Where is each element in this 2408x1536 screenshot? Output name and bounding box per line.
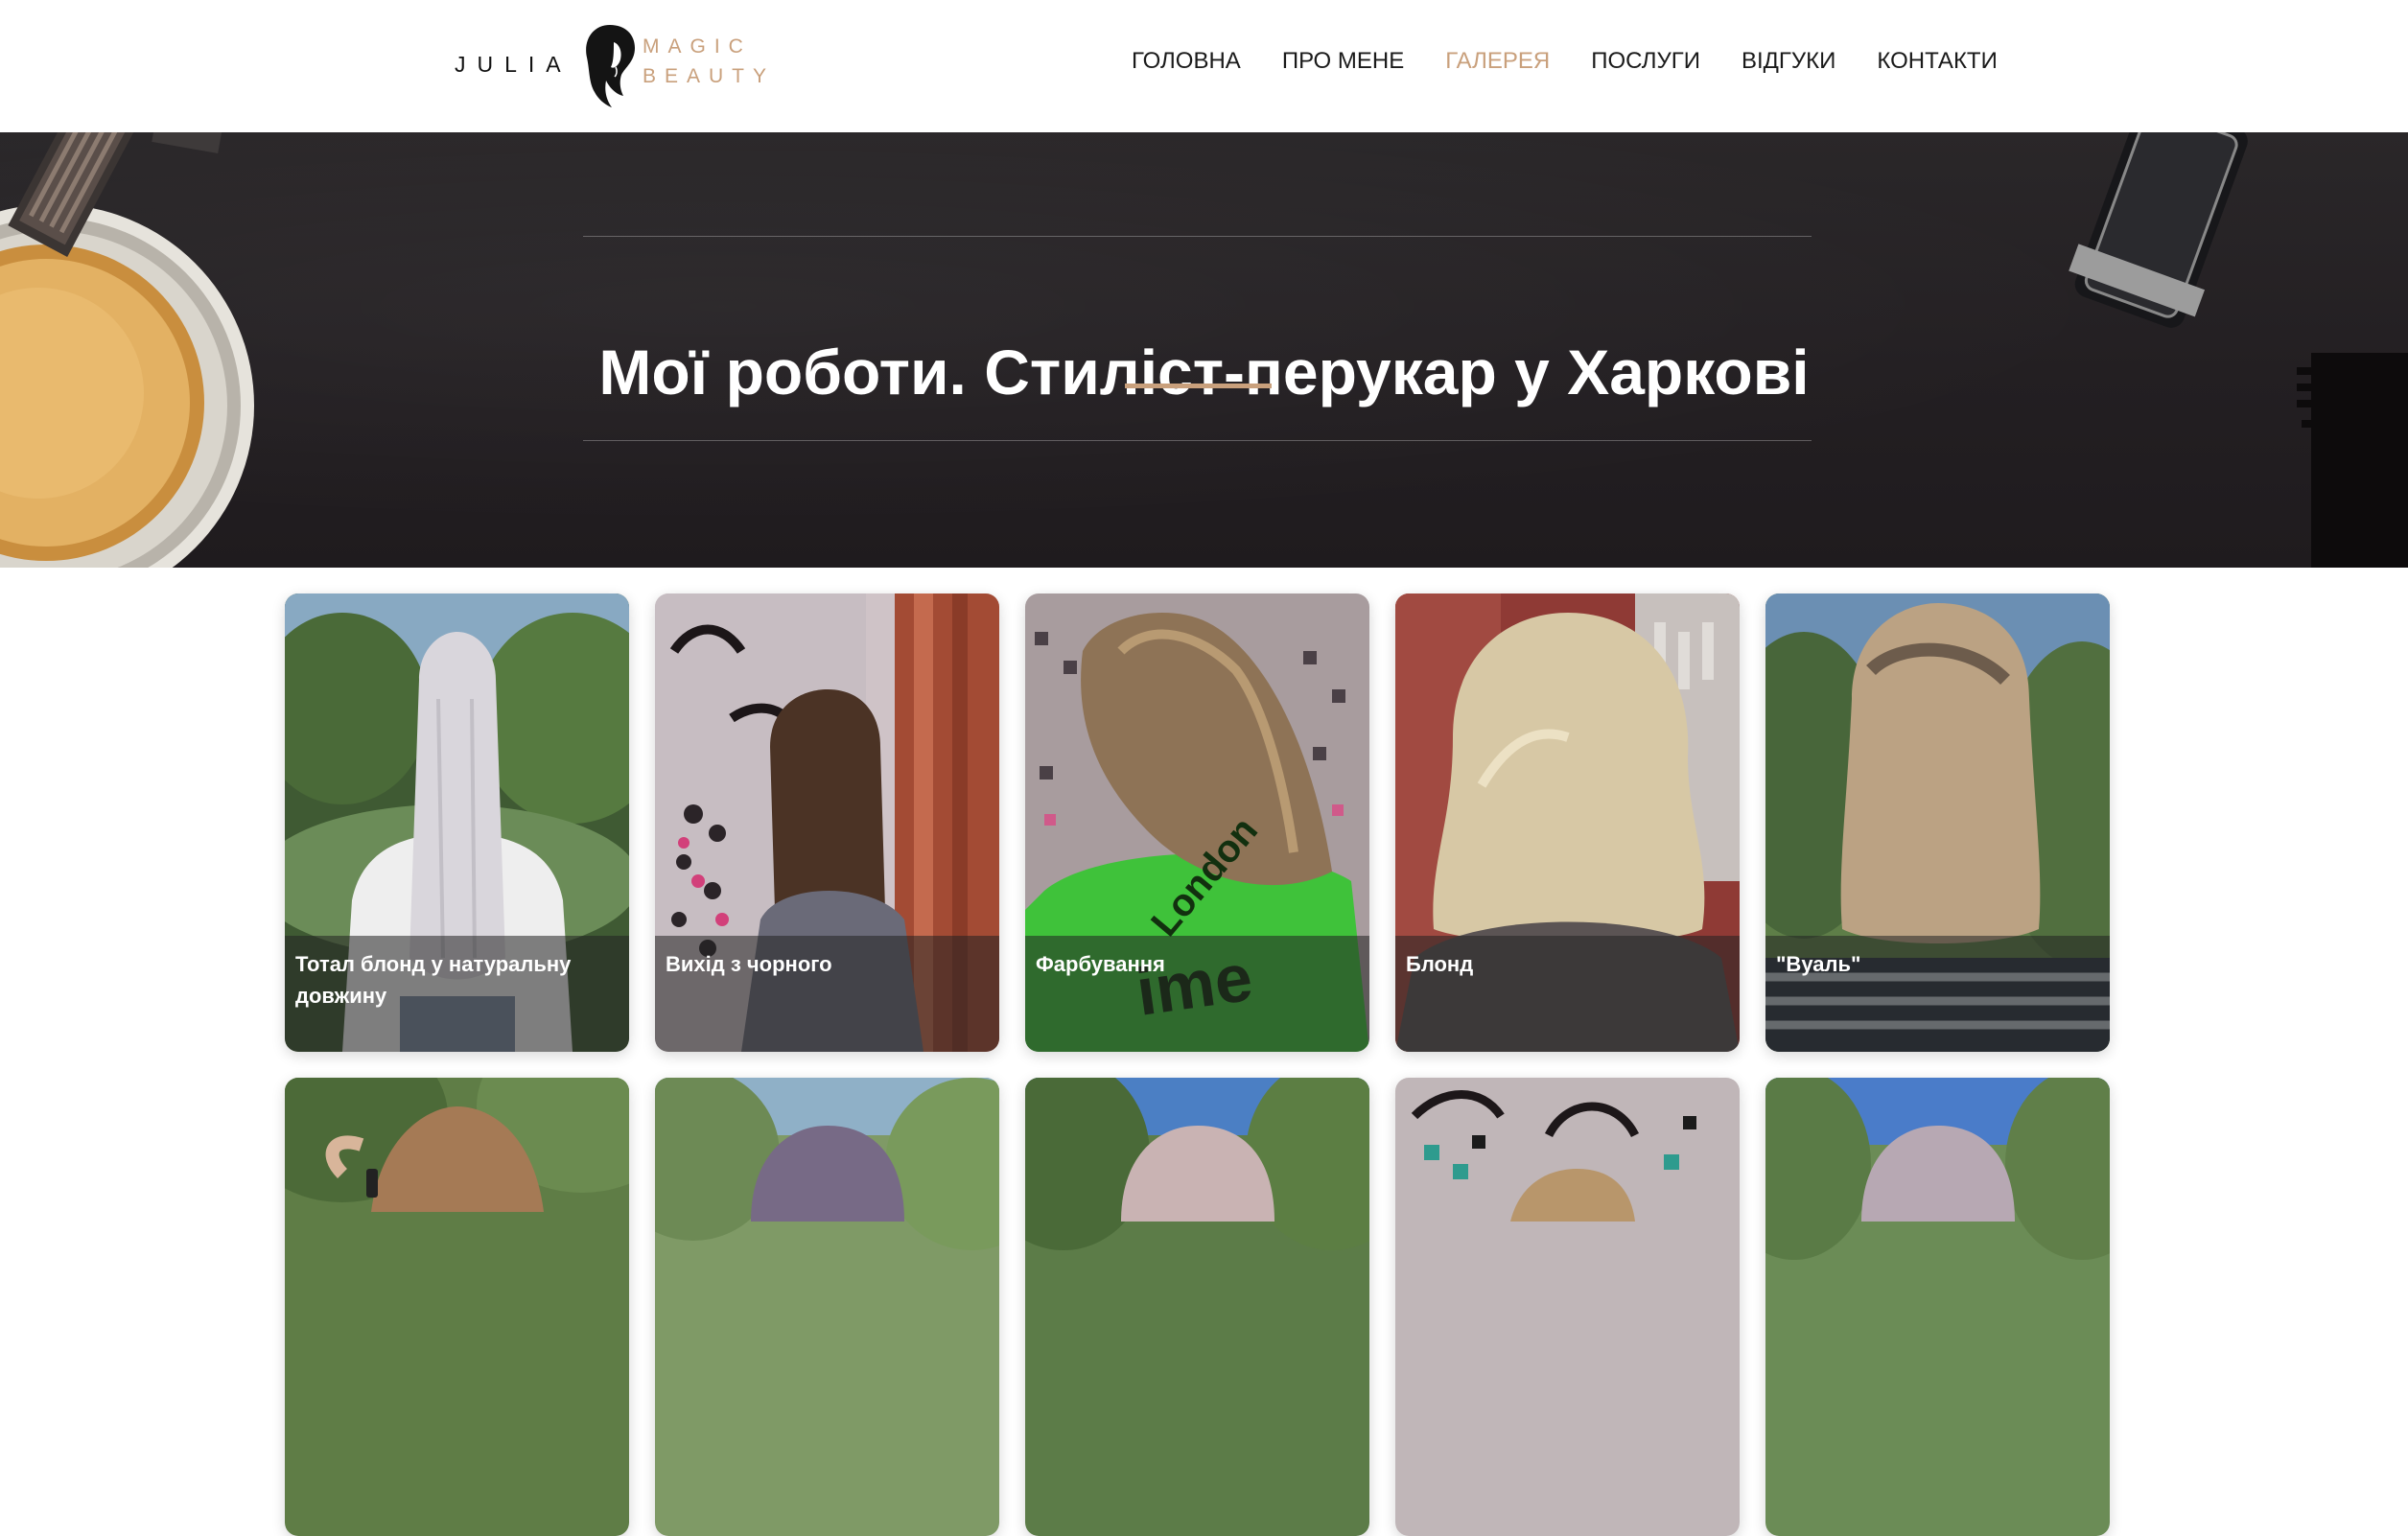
- gallery-card[interactable]: Тотал блонд у натуральну довжину: [285, 593, 629, 1052]
- gallery-photo: [1395, 1078, 1740, 1536]
- woman-silhouette-icon: [586, 25, 635, 107]
- gallery-card[interactable]: "Вуаль": [1765, 593, 2110, 1052]
- gallery-card[interactable]: [655, 1078, 999, 1536]
- nav-item-reviews[interactable]: ВІДГУКИ: [1742, 48, 1835, 75]
- gallery-card[interactable]: [1395, 1078, 1740, 1536]
- gallery-card[interactable]: [285, 1078, 629, 1536]
- nav-item-about[interactable]: ПРО МЕНЕ: [1282, 48, 1404, 75]
- hero-banner: Мої роботи. Стиліст-перукар у Харкові: [0, 132, 2408, 568]
- gallery-card-caption: Вихід з чорного: [655, 936, 999, 1052]
- page-title: Мої роботи. Стиліст-перукар у Харкові: [598, 337, 1810, 408]
- logo[interactable]: JULIA MAGIC BEAUTY: [455, 19, 790, 111]
- gallery-card-title: Тотал блонд у натуральну довжину: [295, 952, 572, 1008]
- gallery-photo: [1765, 1078, 2110, 1536]
- hero-divider-bottom: [583, 440, 1812, 441]
- gallery-card[interactable]: Вихід з чорного: [655, 593, 999, 1052]
- gallery-photo: [1025, 1078, 1369, 1536]
- main-nav: ГОЛОВНА ПРО МЕНЕ ГАЛЕРЕЯ ПОСЛУГИ ВІДГУКИ…: [1132, 48, 1998, 75]
- site-header: JULIA MAGIC BEAUTY ГОЛОВНА ПРО МЕНЕ ГАЛЕ…: [0, 0, 2408, 132]
- gallery-card-caption: Фарбування: [1025, 936, 1369, 1052]
- logo-text-magic: MAGIC: [643, 35, 752, 58]
- logo-text-julia: JULIA: [455, 52, 573, 77]
- nav-item-gallery[interactable]: ГАЛЕРЕЯ: [1445, 48, 1550, 75]
- gallery-card-caption: "Вуаль": [1765, 936, 2110, 1052]
- gallery-card[interactable]: [1765, 1078, 2110, 1536]
- nav-item-services[interactable]: ПОСЛУГИ: [1591, 48, 1700, 75]
- logo-text-beauty: BEAUTY: [643, 65, 776, 87]
- gallery-card-title: "Вуаль": [1776, 952, 1861, 976]
- gallery-card-title: Фарбування: [1036, 952, 1165, 976]
- gallery-photo: [655, 1078, 999, 1536]
- title-accent-underline: [1125, 384, 1272, 388]
- hero-divider-top: [583, 236, 1812, 237]
- gallery-card-title: Блонд: [1406, 952, 1474, 976]
- gallery-card[interactable]: Блонд: [1395, 593, 1740, 1052]
- gallery-photo: [285, 1078, 629, 1536]
- gallery-card[interactable]: [1025, 1078, 1369, 1536]
- nav-item-home[interactable]: ГОЛОВНА: [1132, 48, 1241, 75]
- gallery-card[interactable]: ime London Фарбування: [1025, 593, 1369, 1052]
- gallery-card-title: Вихід з чорного: [666, 952, 832, 976]
- gallery-card-caption: Тотал блонд у натуральну довжину: [285, 936, 629, 1052]
- gallery-card-caption: Блонд: [1395, 936, 1740, 1052]
- nav-item-contacts[interactable]: КОНТАКТИ: [1877, 48, 1997, 75]
